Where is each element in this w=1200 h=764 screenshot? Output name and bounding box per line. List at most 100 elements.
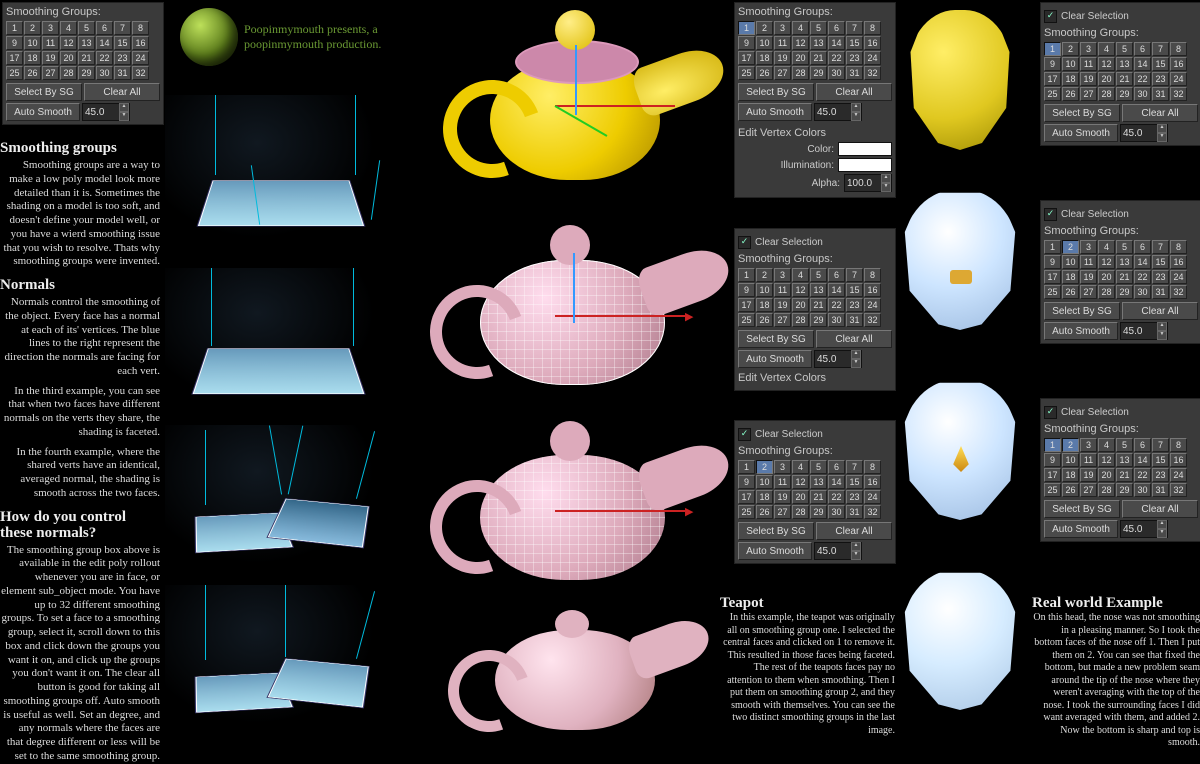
sg-button-29[interactable]: 29 [78,66,95,80]
sg-button-3[interactable]: 3 [1080,42,1097,56]
select-by-sg-button[interactable]: Select By SG [1044,302,1120,320]
sg-button-20[interactable]: 20 [60,51,77,65]
select-by-sg-button[interactable]: Select By SG [6,83,82,101]
sg-button-12[interactable]: 12 [60,36,77,50]
sg-button-30[interactable]: 30 [96,66,113,80]
color-swatch[interactable] [838,142,892,156]
sg-button-25[interactable]: 25 [738,66,755,80]
sg-button-5[interactable]: 5 [810,268,827,282]
sg-button-1[interactable]: 1 [1044,438,1061,452]
sg-button-7[interactable]: 7 [114,21,131,35]
spin-down-icon[interactable]: ▼ [119,112,129,121]
sg-button-20[interactable]: 20 [792,490,809,504]
sg-button-23[interactable]: 23 [1152,270,1169,284]
sg-button-29[interactable]: 29 [810,66,827,80]
clear-selection-checkbox[interactable]: ✓ [1044,10,1057,23]
clear-all-button[interactable]: Clear All [816,522,892,540]
sg-button-27[interactable]: 27 [774,505,791,519]
auto-smooth-button[interactable]: Auto Smooth [738,103,812,121]
sg-button-21[interactable]: 21 [1116,72,1133,86]
clear-all-button[interactable]: Clear All [1122,500,1198,518]
sg-button-31[interactable]: 31 [1152,285,1169,299]
sg-button-4[interactable]: 4 [792,268,809,282]
sg-button-25[interactable]: 25 [738,313,755,327]
spin-up-icon[interactable]: ▲ [1157,520,1167,529]
sg-button-8[interactable]: 8 [1170,42,1187,56]
sg-button-16[interactable]: 16 [132,36,149,50]
threshold-spinner[interactable]: ▲▼ [814,542,862,560]
sg-button-14[interactable]: 14 [1134,255,1151,269]
sg-button-10[interactable]: 10 [24,36,41,50]
sg-button-26[interactable]: 26 [1062,483,1079,497]
sg-button-29[interactable]: 29 [1116,87,1133,101]
select-by-sg-button[interactable]: Select By SG [1044,500,1120,518]
sg-button-5[interactable]: 5 [78,21,95,35]
sg-button-16[interactable]: 16 [864,36,881,50]
sg-button-19[interactable]: 19 [1080,72,1097,86]
sg-button-3[interactable]: 3 [774,268,791,282]
sg-button-23[interactable]: 23 [846,51,863,65]
sg-button-2[interactable]: 2 [24,21,41,35]
sg-button-32[interactable]: 32 [132,66,149,80]
clear-all-button[interactable]: Clear All [1122,104,1198,122]
sg-button-32[interactable]: 32 [864,313,881,327]
sg-button-17[interactable]: 17 [738,298,755,312]
sg-button-22[interactable]: 22 [1134,468,1151,482]
sg-button-29[interactable]: 29 [810,505,827,519]
sg-button-28[interactable]: 28 [1098,483,1115,497]
sg-button-30[interactable]: 30 [1134,285,1151,299]
sg-button-7[interactable]: 7 [1152,42,1169,56]
sg-button-31[interactable]: 31 [1152,483,1169,497]
sg-button-24[interactable]: 24 [864,298,881,312]
sg-button-12[interactable]: 12 [792,283,809,297]
sg-button-4[interactable]: 4 [792,460,809,474]
sg-button-2[interactable]: 2 [756,21,773,35]
sg-button-12[interactable]: 12 [792,36,809,50]
sg-button-22[interactable]: 22 [1134,270,1151,284]
spin-up-icon[interactable]: ▲ [851,350,861,359]
sg-button-31[interactable]: 31 [846,66,863,80]
sg-button-27[interactable]: 27 [1080,483,1097,497]
sg-button-27[interactable]: 27 [1080,285,1097,299]
sg-button-20[interactable]: 20 [1098,72,1115,86]
sg-button-4[interactable]: 4 [60,21,77,35]
sg-button-9[interactable]: 9 [1044,255,1061,269]
sg-button-6[interactable]: 6 [1134,42,1151,56]
sg-button-26[interactable]: 26 [24,66,41,80]
sg-button-18[interactable]: 18 [1062,72,1079,86]
spin-up-icon[interactable]: ▲ [851,103,861,112]
sg-button-21[interactable]: 21 [78,51,95,65]
sg-button-23[interactable]: 23 [846,490,863,504]
sg-button-13[interactable]: 13 [1116,57,1133,71]
sg-button-12[interactable]: 12 [1098,453,1115,467]
threshold-spinner[interactable]: ▲▼ [1120,322,1168,340]
sg-button-10[interactable]: 10 [756,475,773,489]
sg-button-5[interactable]: 5 [810,21,827,35]
sg-button-5[interactable]: 5 [1116,438,1133,452]
sg-button-16[interactable]: 16 [864,475,881,489]
sg-button-9[interactable]: 9 [738,36,755,50]
sg-button-20[interactable]: 20 [1098,270,1115,284]
sg-button-11[interactable]: 11 [1080,255,1097,269]
sg-button-28[interactable]: 28 [1098,285,1115,299]
sg-button-6[interactable]: 6 [96,21,113,35]
alpha-spinner[interactable]: ▲▼ [844,174,892,192]
clear-selection-checkbox[interactable]: ✓ [738,236,751,249]
clear-all-button[interactable]: Clear All [816,330,892,348]
sg-button-3[interactable]: 3 [774,21,791,35]
sg-button-26[interactable]: 26 [756,505,773,519]
sg-button-2[interactable]: 2 [1062,438,1079,452]
threshold-spinner[interactable]: ▲▼ [814,103,862,121]
sg-button-6[interactable]: 6 [1134,438,1151,452]
sg-button-4[interactable]: 4 [1098,42,1115,56]
sg-button-3[interactable]: 3 [1080,240,1097,254]
sg-button-28[interactable]: 28 [792,66,809,80]
sg-button-32[interactable]: 32 [1170,87,1187,101]
spin-up-icon[interactable]: ▲ [119,103,129,112]
sg-button-21[interactable]: 21 [1116,468,1133,482]
sg-button-6[interactable]: 6 [1134,240,1151,254]
threshold-input[interactable] [1121,326,1157,337]
threshold-input[interactable] [815,546,851,557]
sg-button-12[interactable]: 12 [792,475,809,489]
clear-selection-checkbox[interactable]: ✓ [1044,208,1057,221]
